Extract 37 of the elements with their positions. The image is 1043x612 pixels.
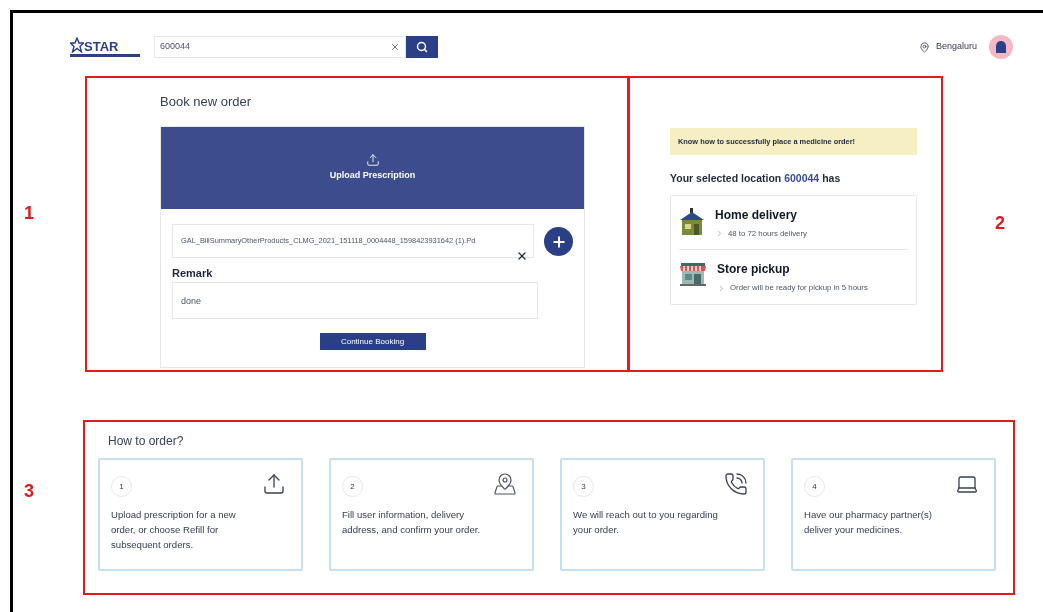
chevron-icon — [717, 283, 726, 293]
logo-text: STAR — [84, 40, 119, 53]
section-title: Book new order — [160, 94, 253, 110]
option-title: Store pickup — [717, 261, 791, 279]
upload-icon — [365, 153, 380, 168]
clear-icon[interactable] — [390, 42, 400, 52]
phone-icon — [724, 472, 748, 496]
step-text: We will reach out to you regarding your order. — [573, 508, 719, 537]
avatar[interactable] — [989, 35, 1013, 59]
upload-prescription-button[interactable]: Upload Prescription — [161, 127, 584, 209]
star-icon — [70, 37, 84, 53]
location-heading: Your selected location 600044 has — [670, 171, 842, 186]
search-icon — [416, 41, 428, 53]
annotation-label: 2 — [995, 212, 1005, 235]
search-button[interactable] — [406, 36, 438, 58]
annotation-label: 1 — [24, 202, 34, 225]
option-title: Home delivery — [715, 206, 799, 224]
annotation-label: 3 — [24, 480, 34, 503]
remove-icon[interactable] — [516, 250, 528, 262]
field-label: Remark — [172, 267, 214, 280]
remark-field[interactable]: done — [172, 282, 538, 319]
step-text: Have our pharmacy partner(s) deliver your medicines. — [804, 508, 933, 537]
logo[interactable]: STAR — [70, 37, 142, 57]
chevron-icon — [715, 229, 724, 239]
location-icon — [918, 41, 930, 53]
step-text: Upload prescription for a new order, or choose Refill for subsequent orders. — [111, 508, 237, 552]
search-field[interactable]: 600044 — [154, 36, 406, 58]
section-title: How to order? — [108, 434, 184, 448]
plus-icon — [550, 233, 567, 250]
map-icon — [493, 472, 517, 496]
step-text: Fill user information, delivery address, and confirm your order. — [342, 508, 482, 537]
continue-booking-button[interactable]: Continue Booking — [319, 333, 426, 350]
house-icon — [679, 207, 705, 236]
add-button[interactable] — [544, 227, 573, 256]
store-icon — [679, 262, 707, 287]
location-label[interactable]: Bengaluru — [935, 40, 977, 54]
upload-icon — [262, 472, 286, 496]
